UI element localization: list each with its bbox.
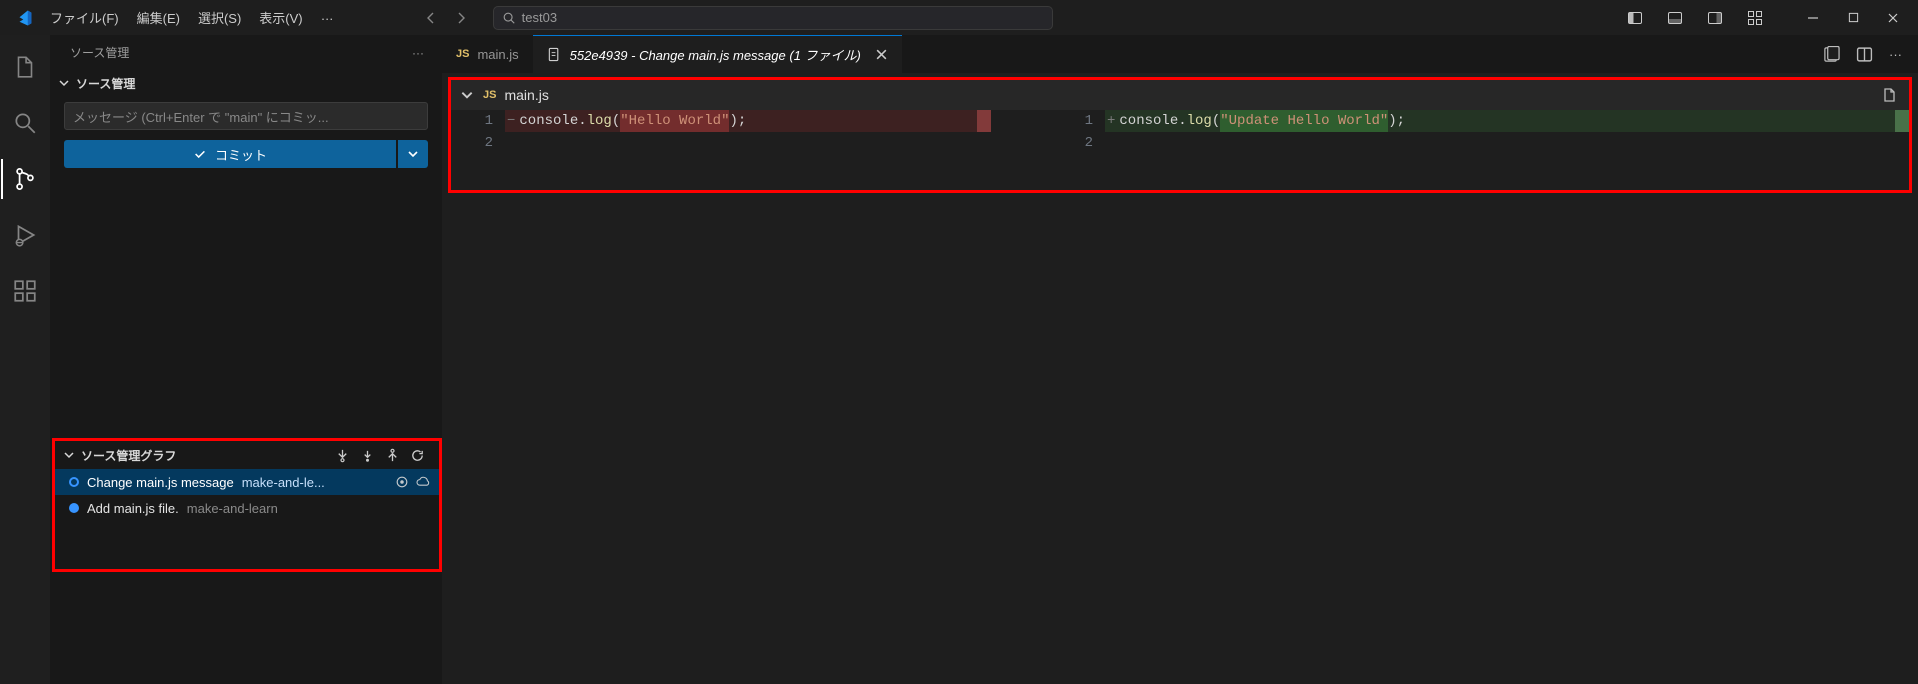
commit-dropdown-button[interactable] — [398, 140, 428, 168]
source-control-graph-section: ソース管理グラフ Change main.js message make-and… — [52, 438, 442, 572]
tab-title: Change main.js message — [639, 48, 786, 63]
menu-file[interactable]: ファイル(F) — [41, 4, 128, 31]
diff-line-removed: −console.log("Hello World"); — [505, 110, 991, 132]
minus-sign: − — [507, 110, 515, 132]
graph-header[interactable]: ソース管理グラフ — [55, 441, 439, 469]
graph-header-label: ソース管理グラフ — [81, 447, 176, 464]
section-header-scm[interactable]: ソース管理 — [50, 70, 442, 96]
graph-commit-title: Add main.js file. — [87, 501, 179, 516]
graph-cloud-badge-icon — [415, 475, 431, 489]
section-header-label: ソース管理 — [76, 75, 135, 92]
diff-line-empty — [1105, 132, 1909, 154]
commit-button[interactable]: コミット — [64, 140, 396, 168]
title-bar: ファイル(F) 編集(E) 選択(S) 表示(V) … test03 — [0, 0, 1918, 35]
graph-refresh-icon[interactable] — [410, 448, 425, 463]
diff-pane-left[interactable]: 1 2 −console.log("Hello World"); — [451, 110, 991, 190]
diff-file-icon — [547, 47, 562, 62]
activity-source-control-icon[interactable] — [1, 155, 49, 203]
tab-label: main.js — [477, 47, 518, 62]
layout-customize-icon[interactable] — [1736, 3, 1774, 33]
line-number: 2 — [1051, 132, 1093, 154]
menu-select[interactable]: 選択(S) — [189, 4, 250, 31]
graph-head-badge-icon — [395, 475, 409, 489]
minimap-indicator — [977, 110, 991, 132]
diff-line-added: +console.log("Update Hello World"); — [1105, 110, 1909, 132]
diff-filename: main.js — [504, 87, 548, 103]
editor-more-icon[interactable]: ··· — [1889, 47, 1902, 62]
layout-toggle-secondary-side-icon[interactable] — [1696, 3, 1734, 33]
layout-toggle-panel-icon[interactable] — [1656, 3, 1694, 33]
javascript-file-icon: JS — [483, 89, 496, 101]
activity-run-debug-icon[interactable] — [1, 211, 49, 259]
javascript-file-icon: JS — [456, 48, 469, 60]
nav-arrows — [423, 10, 469, 26]
plus-sign: + — [1107, 110, 1115, 132]
tab-close-icon[interactable] — [875, 48, 888, 61]
window-minimize-icon[interactable] — [1794, 3, 1832, 33]
gutter-left: 1 2 — [451, 110, 505, 190]
nav-forward-icon[interactable] — [453, 10, 469, 26]
tab-main-js[interactable]: JS main.js — [442, 35, 533, 73]
commit-button-label: コミット — [215, 145, 267, 164]
commit-message-placeholder: メッセージ (Ctrl+Enter で "main" にコミッ... — [73, 107, 329, 126]
chevron-down-icon — [56, 77, 72, 89]
diff-pane-right[interactable]: 1 2 +console.log("Update Hello World"); — [1051, 110, 1909, 190]
graph-commit-row[interactable]: Change main.js message make-and-le... — [55, 469, 439, 495]
gutter-right: 1 2 — [1051, 110, 1105, 190]
tab-sep: - — [628, 48, 640, 63]
search-icon — [502, 11, 516, 25]
graph-commit-title: Change main.js message — [87, 475, 234, 490]
graph-node-icon — [69, 477, 79, 487]
line-number: 2 — [451, 132, 493, 154]
source-control-panel: ソース管理 ··· ソース管理 メッセージ (Ctrl+Enter で "mai… — [50, 35, 442, 684]
window-maximize-icon[interactable] — [1834, 3, 1872, 33]
menu-bar: ファイル(F) 編集(E) 選択(S) 表示(V) … — [41, 4, 343, 31]
commit-message-input[interactable]: メッセージ (Ctrl+Enter で "main" にコミッ... — [64, 102, 428, 130]
graph-commit-author: make-and-le... — [242, 475, 325, 490]
line-number: 1 — [1051, 110, 1093, 132]
panel-more-icon[interactable]: ··· — [412, 46, 424, 60]
menu-more[interactable]: … — [312, 4, 343, 31]
diff-line-empty — [505, 132, 991, 154]
tab-diff-active[interactable]: 552e4939 - Change main.js message (1 ファイ… — [533, 35, 902, 73]
layout-toggle-primary-side-icon[interactable] — [1616, 3, 1654, 33]
chevron-down-icon — [459, 88, 475, 102]
graph-fetch-icon[interactable] — [360, 448, 375, 463]
chevron-down-icon — [61, 449, 77, 461]
command-center[interactable]: test03 — [493, 6, 1053, 30]
vscode-logo-icon — [6, 9, 41, 27]
check-icon — [193, 147, 207, 161]
split-editor-icon[interactable] — [1856, 46, 1873, 63]
graph-push-icon[interactable] — [385, 448, 400, 463]
line-number: 1 — [451, 110, 493, 132]
activity-bar — [0, 35, 50, 684]
open-file-icon[interactable] — [1881, 87, 1897, 103]
open-changes-icon[interactable] — [1823, 46, 1840, 63]
diff-view: JS main.js 1 2 −console.log("Hello World… — [448, 77, 1912, 193]
editor-area: JS main.js 552e4939 - Change main.js mes… — [442, 35, 1918, 684]
menu-view[interactable]: 表示(V) — [250, 4, 311, 31]
minimap-indicator — [1895, 110, 1909, 132]
menu-edit[interactable]: 編集(E) — [128, 4, 189, 31]
window-close-icon[interactable] — [1874, 3, 1912, 33]
activity-extensions-icon[interactable] — [1, 267, 49, 315]
graph-node-icon — [69, 503, 79, 513]
graph-commit-author: make-and-learn — [187, 501, 278, 516]
tab-strip: JS main.js 552e4939 - Change main.js mes… — [442, 35, 1918, 73]
graph-commit-row[interactable]: Add main.js file. make-and-learn — [55, 495, 439, 521]
nav-back-icon[interactable] — [423, 10, 439, 26]
diff-file-header[interactable]: JS main.js — [451, 80, 1909, 110]
command-center-text: test03 — [522, 10, 557, 25]
tab-hash: 552e4939 — [570, 48, 628, 63]
graph-pull-icon[interactable] — [335, 448, 350, 463]
activity-search-icon[interactable] — [1, 99, 49, 147]
tab-suffix: (1 ファイル) — [786, 48, 861, 63]
activity-explorer-icon[interactable] — [1, 43, 49, 91]
panel-title: ソース管理 — [70, 44, 129, 61]
